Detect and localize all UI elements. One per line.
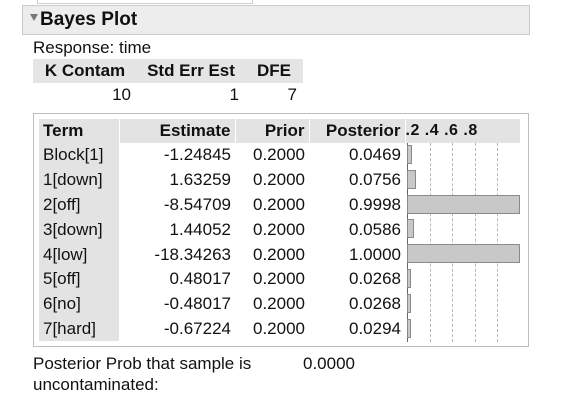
axis-gridline [452, 143, 454, 342]
prior-cell: 0.2000 [253, 194, 305, 214]
estimate-header: Estimate [119, 119, 236, 143]
posterior-axis-labels: .2 .4 .6 .8 [405, 119, 521, 143]
k-contam-value: 10 [112, 85, 131, 104]
prior-cell: 0.2000 [253, 145, 305, 165]
term-cell: 5[off] [39, 266, 120, 292]
term-cell: 6[no] [39, 291, 120, 317]
posterior-bar [407, 219, 414, 239]
posterior-bar [407, 293, 411, 313]
std-err-est-value: 1 [229, 85, 239, 104]
section-title: Bayes Plot [40, 9, 138, 30]
posterior-cell: 0.0756 [349, 170, 401, 190]
prior-cell: 0.2000 [253, 318, 305, 338]
posterior-bar [407, 244, 520, 264]
k-contam-header: K Contam [33, 59, 137, 83]
prior-cell: 0.2000 [253, 294, 305, 314]
posterior-cell: 0.0268 [349, 269, 401, 289]
posterior-bar [407, 318, 411, 338]
term-cell: 4[low] [39, 242, 120, 267]
term-header: Term [39, 119, 120, 143]
k-contam-table: K Contam Std Err Est DFE 10 1 7 [33, 59, 303, 107]
std-err-est-header: Std Err Est [137, 59, 245, 83]
posterior-cell: 0.0294 [349, 318, 401, 338]
estimate-cell: -0.48017 [163, 294, 231, 314]
response-label: Response: time [33, 38, 152, 57]
axis-gridline [429, 143, 431, 342]
estimate-cell: -1.24845 [163, 145, 231, 165]
posterior-cell: 0.9998 [349, 194, 401, 214]
axis-gridline [474, 143, 476, 342]
previous-panel-edge [37, 0, 253, 4]
estimate-cell: 0.48017 [169, 269, 231, 289]
prior-header: Prior [235, 119, 310, 143]
estimate-cell: 1.44052 [169, 219, 231, 239]
posterior-cell: 0.0586 [349, 219, 401, 239]
posterior-prob-value: 0.0000 [303, 354, 355, 373]
posterior-bar [407, 269, 411, 288]
posterior-prob-label-line2: uncontaminated: [33, 375, 159, 394]
prior-cell: 0.2000 [253, 269, 305, 289]
posterior-bar [407, 145, 413, 164]
prior-cell: 0.2000 [253, 170, 305, 190]
axis-gridline [497, 143, 499, 342]
posterior-cell: 1.0000 [349, 244, 401, 264]
estimate-cell: -0.67224 [163, 318, 231, 338]
prior-cell: 0.2000 [253, 219, 305, 239]
term-cell: 2[off] [39, 192, 120, 218]
posterior-bar-chart [407, 143, 520, 342]
dfe-value: 7 [287, 85, 297, 104]
posterior-prob-footer: Posterior Prob that sample is uncontamin… [33, 353, 355, 395]
estimate-cell: -18.34263 [154, 244, 231, 264]
posterior-cell: 0.0469 [349, 145, 401, 165]
posterior-bar [407, 169, 416, 189]
posterior-bar [407, 194, 520, 214]
term-cell: 3[down] [39, 217, 120, 243]
posterior-prob-label-line1: Posterior Prob that sample is [33, 354, 252, 373]
triangle-down-icon[interactable] [30, 14, 38, 21]
term-cell: Block[1] [39, 143, 120, 168]
estimate-cell: 1.63259 [169, 170, 231, 190]
term-cell: 1[down] [39, 167, 120, 193]
dfe-header: DFE [245, 59, 303, 83]
estimate-cell: -8.54709 [163, 194, 231, 214]
term-cell: 7[hard] [39, 316, 120, 342]
bayes-plot-outline-header[interactable]: Bayes Plot [22, 5, 530, 35]
posterior-header: Posterior [309, 119, 406, 143]
prior-cell: 0.2000 [253, 244, 305, 264]
posterior-cell: 0.0268 [349, 294, 401, 314]
